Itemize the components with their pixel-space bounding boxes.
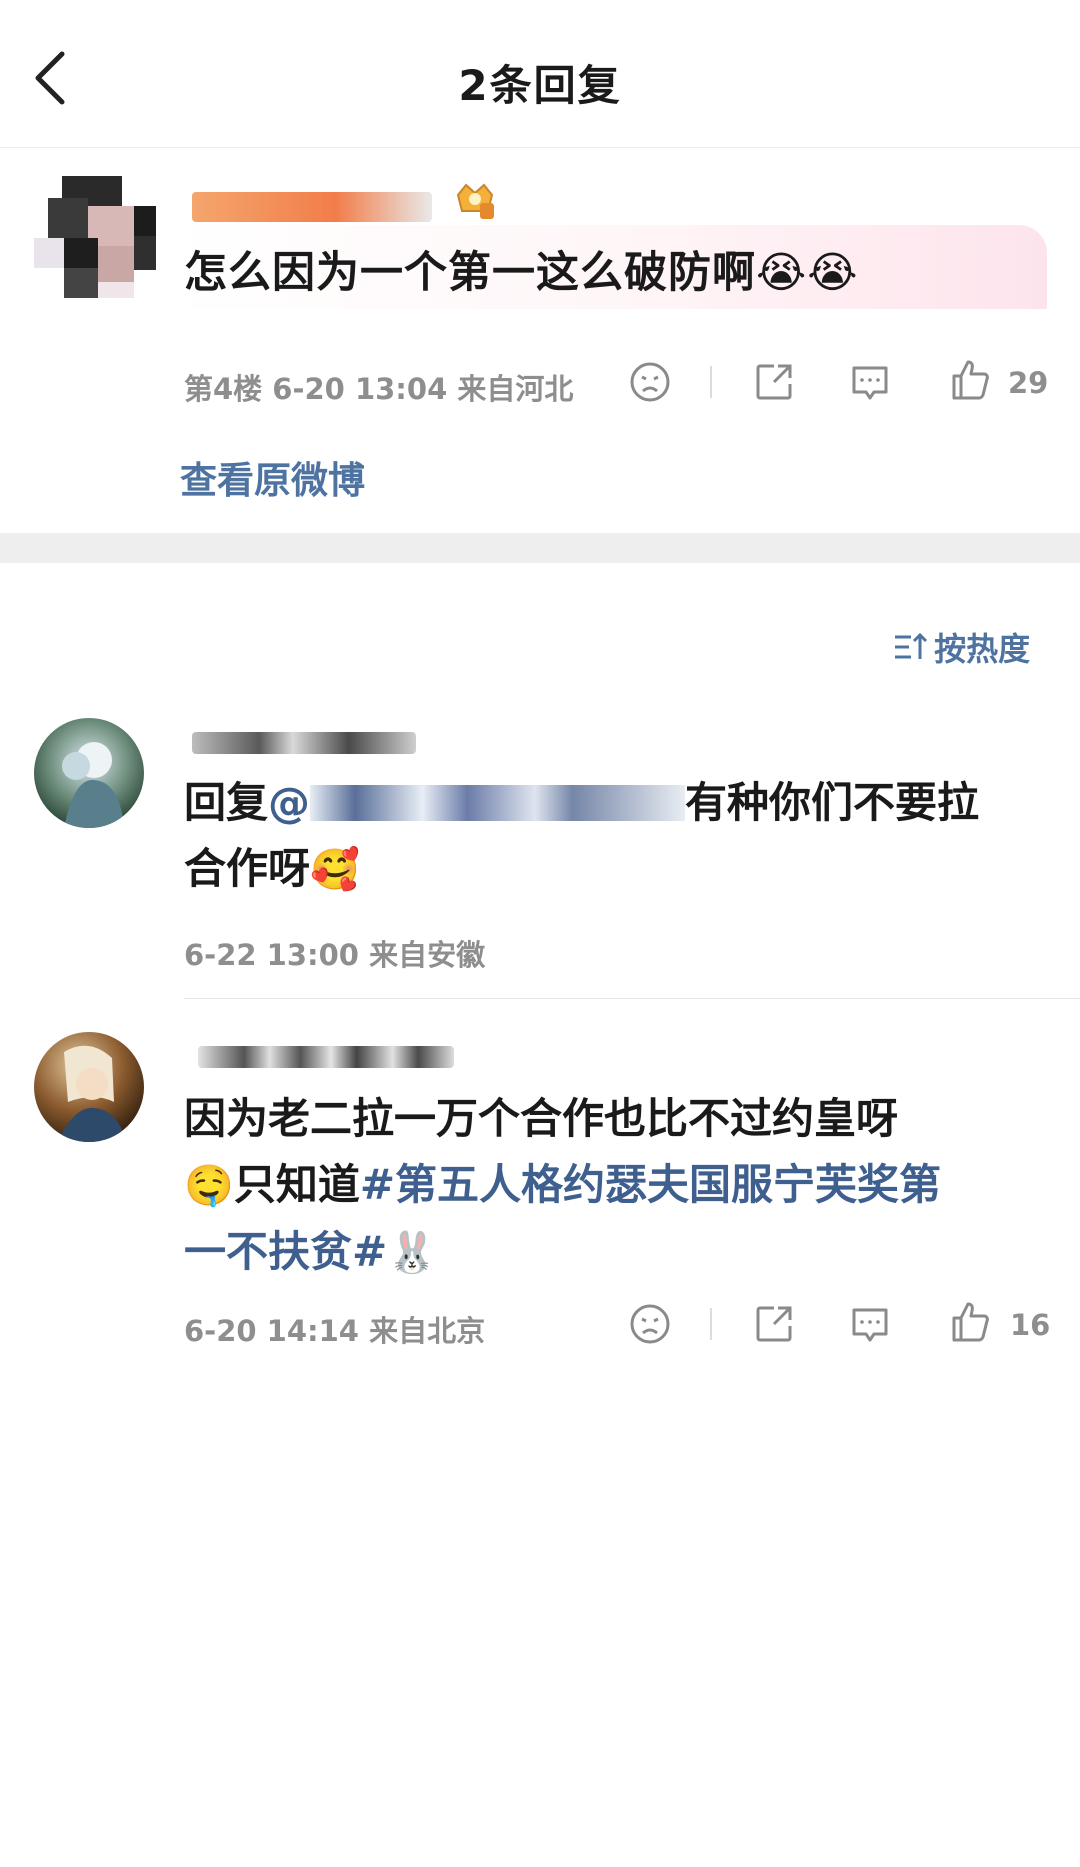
dislike-button[interactable] <box>628 1302 672 1350</box>
mention-link[interactable]: @ <box>268 778 310 827</box>
comment-icon <box>852 366 888 400</box>
username-blurred[interactable] <box>198 1046 454 1068</box>
sad-face-icon <box>630 362 670 402</box>
sort-icon <box>895 632 928 659</box>
reply-content: 因为老二拉一万个合作也比不过约皇呀 🤤只知道#第五人格约瑟夫国服宁芙奖第 一不扶… <box>184 1086 1064 1286</box>
section-divider <box>0 533 1080 563</box>
share-icon <box>756 364 792 400</box>
divider <box>184 998 1080 999</box>
comment-button[interactable] <box>848 360 892 408</box>
comment-text: 怎么因为一个第一这么破防啊😭😭 <box>184 248 859 298</box>
avatar[interactable] <box>34 718 144 828</box>
thumbs-up-icon <box>952 1302 989 1342</box>
divider <box>710 1308 712 1340</box>
reply-meta: 6-22 13:00 来自安徽 <box>184 938 486 972</box>
share-icon <box>756 1306 792 1342</box>
comment-meta: 第4楼 6-20 13:04 来自河北 <box>184 372 574 406</box>
reply-text-prefix: 只知道 <box>233 1160 360 1209</box>
avatar[interactable] <box>34 1032 144 1142</box>
sort-button[interactable]: 按热度 <box>893 624 1030 670</box>
share-button[interactable] <box>752 1302 796 1350</box>
emoji-bunny: 🐰 <box>387 1230 438 1276</box>
reply-meta: 6-20 14:14 来自北京 <box>184 1314 486 1348</box>
like-button[interactable] <box>948 358 992 406</box>
emoji-drool: 🤤 <box>184 1163 234 1209</box>
thumbs-up-icon <box>952 360 989 400</box>
share-button[interactable] <box>752 360 796 408</box>
mention-blurred[interactable] <box>310 785 686 821</box>
reply-text: 因为老二拉一万个合作也比不过约皇呀 <box>184 1094 899 1143</box>
badge-icon <box>452 181 498 221</box>
reply-prefix: 回复 <box>184 778 269 827</box>
comment-icon <box>852 1308 888 1342</box>
like-count: 29 <box>1008 366 1049 400</box>
like-count: 16 <box>1010 1308 1051 1342</box>
username-blurred[interactable] <box>192 192 432 222</box>
topic-link-cont[interactable]: 一不扶贫# <box>184 1227 387 1276</box>
dislike-button[interactable] <box>628 360 672 408</box>
divider <box>710 366 712 398</box>
view-original-link[interactable]: 查看原微博 <box>180 450 365 504</box>
sort-label: 按热度 <box>934 630 1031 668</box>
comment-button[interactable] <box>848 1302 892 1350</box>
reply-text: 有种你们不要拉 <box>685 778 980 827</box>
topic-link[interactable]: #第五人格约瑟夫国服宁芙奖第 <box>360 1160 941 1209</box>
sad-face-icon <box>630 1304 670 1344</box>
avatar[interactable] <box>34 176 156 298</box>
emoji-blush: 🥰 <box>310 847 360 893</box>
page-title: 2条回复 <box>458 61 622 110</box>
username-blurred[interactable] <box>192 732 416 754</box>
like-button[interactable] <box>948 1300 992 1348</box>
reply-content: 回复@ 有种你们不要拉 合作呀🥰 <box>184 770 1044 903</box>
reply-text-line2: 合作呀 <box>184 844 311 893</box>
